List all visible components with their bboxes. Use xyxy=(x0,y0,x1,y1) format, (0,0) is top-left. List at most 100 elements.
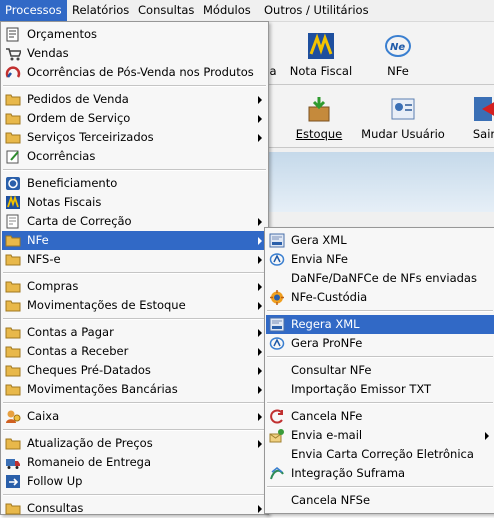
submenu-item-label: Gera XML xyxy=(291,233,347,247)
menu-item-romaneio-de-entrega[interactable]: Romaneio de Entrega xyxy=(2,453,267,472)
beneficiamento-icon xyxy=(6,177,20,190)
submenu-item-nfe-custodia[interactable]: NFe-Custódia xyxy=(266,288,494,307)
menu-item-label: NFe xyxy=(27,233,49,247)
menu-item-atualizacao-de-precos[interactable]: Atualização de Preços xyxy=(2,434,267,453)
folder-icon xyxy=(5,235,21,247)
menu-item-label: Movimentações Bancárias xyxy=(27,382,178,396)
mudar-usuario-label: Mudar Usuário xyxy=(361,127,445,141)
menu-item-pedidos-de-venda[interactable]: Pedidos de Venda xyxy=(2,90,267,109)
nfe-submenu: Gera XML Envia NFe DaNFe/DaNFCe de NFs e… xyxy=(264,227,494,514)
submenu-item-danfe[interactable]: DaNFe/DaNFCe de NFs enviadas xyxy=(266,269,494,288)
submenu-arrow-icon xyxy=(258,329,262,337)
submenu-item-envia-email[interactable]: Envia e-mail xyxy=(266,426,494,445)
menu-item-ocorrencias[interactable]: Ocorrências xyxy=(2,147,267,166)
cancela-icon xyxy=(270,409,283,424)
mudar-usuario-icon xyxy=(391,98,415,120)
menu-modulos[interactable]: Módulos xyxy=(198,0,256,21)
envia-nfe-icon xyxy=(269,253,285,266)
toolbar-partial-button[interactable]: a xyxy=(268,22,278,84)
menu-item-label: Orçamentos xyxy=(27,27,97,41)
menu-item-follow-up[interactable]: Follow Up xyxy=(2,472,267,491)
menu-item-label: Contas a Pagar xyxy=(27,325,114,339)
submenu-separator xyxy=(267,402,493,404)
carta-correcao-icon xyxy=(6,214,19,229)
menu-item-beneficiamento[interactable]: Beneficiamento xyxy=(2,174,267,193)
menu-item-ordem-de-servico[interactable]: Ordem de Serviço xyxy=(2,109,267,128)
menu-item-label: Follow Up xyxy=(27,474,83,488)
processos-menu: Orçamentos Vendas Ocorrências de Pós-Ven… xyxy=(0,21,269,515)
folder-icon xyxy=(5,503,21,515)
submenu-separator xyxy=(267,356,493,358)
menu-processos[interactable]: Processos xyxy=(0,0,67,21)
menu-item-nfe[interactable]: NFe xyxy=(2,231,267,250)
submenu-item-integracao-suframa[interactable]: Integração Suframa xyxy=(266,464,494,483)
submenu-item-importacao-emissor-txt[interactable]: Importação Emissor TXT xyxy=(266,380,494,399)
menu-outros-utilitarios[interactable]: Outros / Utilitários xyxy=(259,0,374,21)
submenu-arrow-icon xyxy=(258,386,262,394)
nfe-toolbar-label: NFe xyxy=(387,64,409,78)
submenu-arrow-icon xyxy=(258,302,262,310)
estoque-button[interactable]: Estoque xyxy=(294,85,344,147)
menu-item-label: Beneficiamento xyxy=(27,176,118,190)
xml-icon xyxy=(269,233,285,248)
folder-icon xyxy=(5,384,21,396)
menu-item-vendas[interactable]: Vendas xyxy=(2,44,267,63)
menu-item-cheques-pre-datados[interactable]: Cheques Pré-Datados xyxy=(2,361,267,380)
nfe-toolbar-button[interactable]: Ne NFe xyxy=(368,22,428,84)
menu-item-notas-fiscais[interactable]: Notas Fiscais xyxy=(2,193,267,212)
submenu-arrow-icon xyxy=(258,256,262,264)
submenu-item-envia-carta-correcao[interactable]: Envia Carta Correção Eletrônica xyxy=(266,445,494,464)
submenu-item-label: Importação Emissor TXT xyxy=(291,382,432,396)
menu-item-label: Serviços Terceirizados xyxy=(27,130,154,144)
menu-item-consultas[interactable]: Consultas xyxy=(2,499,267,518)
menu-relatorios[interactable]: Relatórios xyxy=(67,0,134,21)
mudar-usuario-button[interactable]: Mudar Usuário xyxy=(360,85,446,147)
vendas-icon xyxy=(6,48,21,61)
folder-icon xyxy=(5,365,21,377)
sair-label: Sair xyxy=(472,127,494,141)
submenu-item-cancela-nfse[interactable]: Cancela NFSe xyxy=(266,491,494,510)
submenu-item-label: Envia Carta Correção Eletrônica xyxy=(291,447,474,461)
folder-icon xyxy=(5,132,21,144)
menu-item-orcamentos[interactable]: Orçamentos xyxy=(2,25,267,44)
menu-item-label: Caixa xyxy=(27,409,60,423)
menu-item-movimentacoes-de-estoque[interactable]: Movimentações de Estoque xyxy=(2,296,267,315)
menu-item-contas-a-receber[interactable]: Contas a Receber xyxy=(2,342,267,361)
submenu-item-label: Envia e-mail xyxy=(291,428,363,442)
menu-separator xyxy=(3,429,266,431)
submenu-item-envia-nfe[interactable]: Envia NFe xyxy=(266,250,494,269)
menu-item-servicos-terceirizados[interactable]: Serviços Terceirizados xyxy=(2,128,267,147)
submenu-arrow-icon xyxy=(258,218,262,226)
menu-consultas[interactable]: Consultas xyxy=(133,0,199,21)
menu-item-contas-a-pagar[interactable]: Contas a Pagar xyxy=(2,323,267,342)
menu-item-compras[interactable]: Compras xyxy=(2,277,267,296)
submenu-item-label: Regera XML xyxy=(291,317,360,331)
submenu-item-cancela-nfe[interactable]: Cancela NFe xyxy=(266,407,494,426)
submenu-item-gera-xml[interactable]: Gera XML xyxy=(266,231,494,250)
folder-icon xyxy=(5,327,21,339)
submenu-item-gera-pronfe[interactable]: Gera ProNFe xyxy=(266,334,494,353)
envia-nfe-icon xyxy=(269,337,285,350)
submenu-arrow-icon xyxy=(258,367,262,375)
submenu-item-label: Consultar NFe xyxy=(291,363,372,377)
menu-item-label: Ocorrências de Pós-Venda nos Produtos xyxy=(27,65,254,79)
menu-separator xyxy=(3,318,266,320)
menu-item-caixa[interactable]: Caixa xyxy=(2,407,267,426)
menu-item-label: Notas Fiscais xyxy=(27,195,102,209)
submenu-item-consultar-nfe[interactable]: Consultar NFe xyxy=(266,361,494,380)
nota-fiscal-label: Nota Fiscal xyxy=(289,64,353,78)
orcamentos-icon xyxy=(6,27,19,42)
menu-item-label: Consultas xyxy=(27,501,84,515)
nota-fiscal-button[interactable]: Nota Fiscal xyxy=(288,22,354,84)
sair-button[interactable]: Sair xyxy=(464,85,494,147)
menu-item-movimentacoes-bancarias[interactable]: Movimentações Bancárias xyxy=(2,380,267,399)
submenu-item-label: NFe-Custódia xyxy=(291,290,368,304)
menu-item-nfs-e[interactable]: NFS-e xyxy=(2,250,267,269)
nota-fiscal-icon xyxy=(308,33,334,59)
submenu-separator xyxy=(267,310,493,312)
menu-separator xyxy=(3,272,266,274)
submenu-item-regera-xml[interactable]: Regera XML xyxy=(266,315,494,334)
menu-item-carta-de-correcao[interactable]: Carta de Correção xyxy=(2,212,267,231)
menu-item-pos-venda[interactable]: Ocorrências de Pós-Venda nos Produtos xyxy=(2,63,267,82)
pos-venda-icon xyxy=(5,66,21,78)
